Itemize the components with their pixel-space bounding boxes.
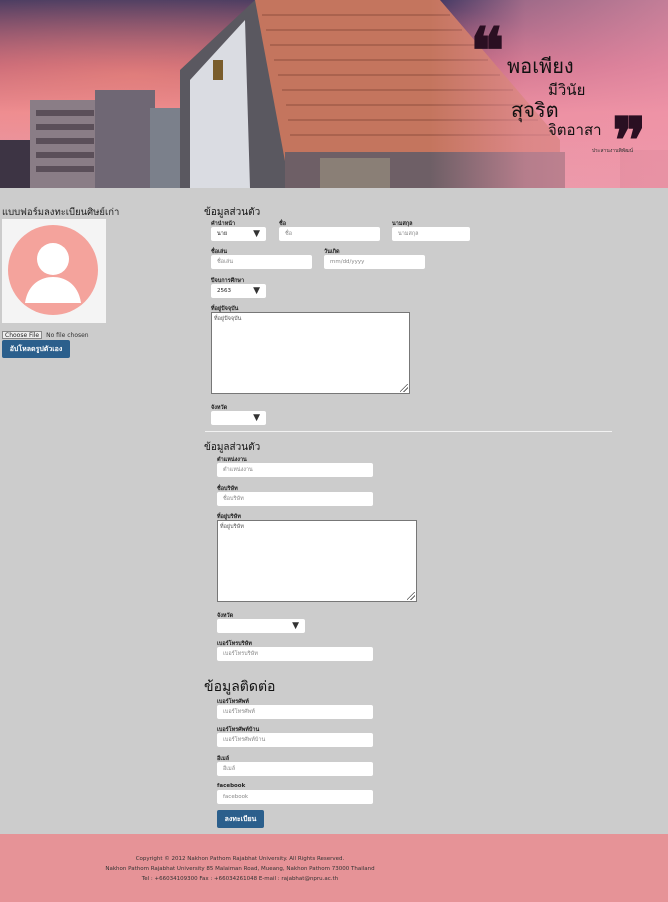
address-textarea[interactable]: ที่อยู่ปัจจุบัน (211, 312, 410, 394)
caret-down-icon: ▼ (253, 229, 260, 239)
register-button[interactable]: ลงทะเบียน (217, 810, 264, 828)
company-province-select[interactable]: ▼ (217, 619, 305, 633)
gradyear-select[interactable]: 2563 ▼ (211, 284, 266, 298)
facebook-label: facebook (217, 783, 246, 789)
choose-file-button[interactable]: Choose File (2, 331, 43, 339)
gradyear-value: 2563 (217, 288, 231, 294)
profile-photo-preview (2, 219, 106, 323)
quote-close-icon: ❞ (612, 104, 647, 179)
caret-down-icon: ▼ (292, 621, 299, 631)
position-input[interactable]: ตำแหน่งงาน (217, 463, 373, 477)
upload-photo-button[interactable]: อัปโหลดรูปตัวเอง (2, 340, 70, 358)
form-title: แบบฟอร์มลงทะเบียนศิษย์เก่า (2, 207, 120, 218)
facebook-input[interactable]: facebook (217, 790, 373, 804)
section-divider (205, 431, 612, 432)
quote-open-icon: ❝ (470, 14, 505, 89)
province-select[interactable]: ▼ (211, 411, 266, 425)
prefix-value: นาย (217, 231, 228, 237)
caret-down-icon: ▼ (253, 413, 260, 423)
birthday-input[interactable]: mm/dd/yyyy (324, 255, 425, 269)
mobile-input[interactable]: เบอร์โทรศัพท์ (217, 705, 373, 719)
company-phone-input[interactable]: เบอร์โทรบริษัท (217, 647, 373, 661)
work-info-heading: ข้อมูลส่วนตัว (204, 442, 261, 453)
footer-contact: Tel : +66034109300 Fax : +66034261048 E-… (141, 876, 339, 882)
caret-down-icon: ▼ (253, 286, 260, 296)
photo-file-input[interactable]: Choose File No file chosen (2, 331, 89, 339)
user-avatar-icon (8, 225, 98, 315)
resize-grip-icon[interactable] (400, 384, 408, 392)
footer-copyright: Copyright © 2012 Nakhon Pathom Rajabhat … (135, 856, 345, 862)
resize-grip-icon[interactable] (407, 592, 415, 600)
page-footer: Copyright © 2012 Nakhon Pathom Rajabhat … (0, 834, 668, 902)
address-placeholder: ที่อยู่ปัจจุบัน (214, 316, 242, 322)
motto-credit: ประสานงานพิพัฒน์ (592, 148, 634, 154)
company-address-textarea[interactable]: ที่อยู่บริษัท (217, 520, 417, 602)
personal-info-heading: ข้อมูลส่วนตัว (204, 207, 261, 218)
company-input[interactable]: ชื่อบริษัท (217, 492, 373, 506)
header-banner: ❝ พอเพียง มีวินัย สุจริต จิตอาสา ❞ ประสา… (0, 0, 668, 188)
file-status: No file chosen (46, 331, 89, 339)
email-input[interactable]: อีเมล์ (217, 762, 373, 776)
lastname-input[interactable]: นามสกุล (392, 227, 470, 241)
prefix-select[interactable]: นาย ▼ (211, 227, 266, 241)
company-address-placeholder: ที่อยู่บริษัท (220, 524, 244, 530)
nickname-input[interactable]: ชื่อเล่น (211, 255, 312, 269)
home-phone-input[interactable]: เบอร์โทรศัพท์บ้าน (217, 733, 373, 747)
motto-line-4: จิตอาสา (548, 121, 602, 139)
contact-heading: ข้อมูลติดต่อ (204, 679, 276, 695)
footer-address: Nakhon Pathom Rajabhat University 85 Mal… (105, 866, 375, 872)
firstname-input[interactable]: ชื่อ (279, 227, 380, 241)
